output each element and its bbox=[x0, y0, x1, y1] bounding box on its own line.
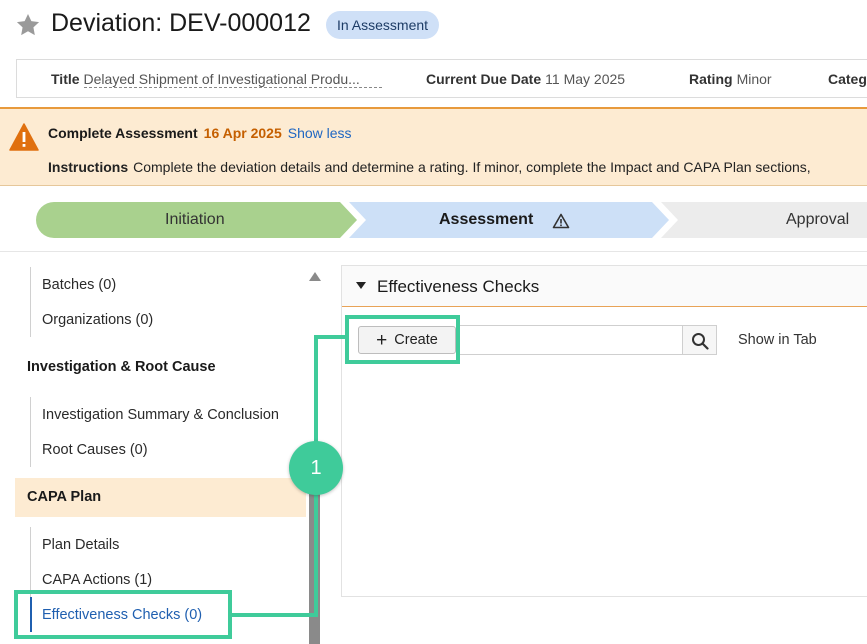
info-category: Categ bbox=[828, 71, 867, 87]
task-row: Complete Assessment 16 Apr 2025 Show less bbox=[48, 125, 352, 141]
show-less-link[interactable]: Show less bbox=[288, 125, 352, 141]
warning-icon bbox=[9, 123, 39, 151]
instructions-text: Complete the deviation details and deter… bbox=[133, 159, 811, 175]
info-rating-label: Rating bbox=[689, 71, 733, 87]
section-nav-sidebar: Batches (0) Organizations (0) Investigat… bbox=[0, 252, 326, 644]
lifecycle-stage-bar: Initiation Assessment Approval bbox=[0, 202, 867, 238]
highlight-effectiveness-checks bbox=[14, 590, 232, 639]
stage-approval[interactable]: Approval bbox=[786, 211, 849, 229]
panel-header[interactable]: Effectiveness Checks bbox=[342, 266, 867, 307]
search-input[interactable] bbox=[456, 325, 683, 355]
nav-item-capa-actions[interactable]: CAPA Actions (1) bbox=[42, 572, 152, 588]
nav-section-capa[interactable]: CAPA Plan bbox=[27, 489, 101, 505]
nav-group-line bbox=[30, 267, 31, 337]
info-due-value: 11 May 2025 bbox=[545, 71, 626, 87]
status-badge: In Assessment bbox=[326, 11, 440, 39]
info-title-value[interactable]: Delayed Shipment of Investigational Prod… bbox=[83, 71, 382, 88]
nav-item-plan-details[interactable]: Plan Details bbox=[42, 537, 119, 553]
step-marker: 1 bbox=[289, 441, 343, 495]
connector-line bbox=[314, 335, 347, 339]
show-in-tab-link[interactable]: Show in Tab bbox=[738, 332, 817, 348]
task-banner: Complete Assessment 16 Apr 2025 Show less … bbox=[0, 107, 867, 186]
info-title: Title Delayed Shipment of Investigational… bbox=[51, 71, 382, 88]
instructions-row: Instructions Complete the deviation detai… bbox=[48, 159, 811, 175]
highlight-create-button bbox=[345, 315, 460, 364]
info-due-label: Current Due Date bbox=[426, 71, 542, 87]
nav-item-root-causes[interactable]: Root Causes (0) bbox=[42, 442, 148, 458]
nav-item-batches[interactable]: Batches (0) bbox=[42, 277, 116, 293]
task-due-date: 16 Apr 2025 bbox=[203, 125, 282, 141]
nav-item-organizations[interactable]: Organizations (0) bbox=[42, 312, 153, 328]
stage-assessment[interactable]: Assessment bbox=[439, 211, 533, 229]
info-category-label: Categ bbox=[828, 71, 867, 87]
task-name: Complete Assessment bbox=[48, 125, 198, 141]
search-icon bbox=[692, 333, 709, 350]
info-rating: Rating Minor bbox=[689, 71, 772, 87]
nav-item-investigation-summary[interactable]: Investigation Summary & Conclusion bbox=[42, 407, 279, 423]
nav-group-line bbox=[30, 527, 31, 597]
stage-warning-icon bbox=[552, 213, 570, 229]
info-title-label: Title bbox=[51, 71, 80, 87]
search-button[interactable] bbox=[682, 325, 717, 355]
scroll-up-arrow-icon[interactable] bbox=[309, 272, 321, 281]
favorite-star-icon[interactable] bbox=[15, 12, 41, 38]
stage-initiation[interactable]: Initiation bbox=[165, 211, 225, 229]
info-due-date: Current Due Date 11 May 2025 bbox=[426, 71, 625, 87]
record-header: Deviation: DEV-000012 In Assessment bbox=[0, 0, 867, 54]
nav-group-line bbox=[30, 397, 31, 467]
connector-line bbox=[230, 613, 318, 617]
collapse-caret-icon[interactable] bbox=[356, 282, 366, 289]
record-info-bar: Title Delayed Shipment of Investigational… bbox=[16, 59, 867, 98]
info-rating-value: Minor bbox=[736, 71, 772, 87]
page-title: Deviation: DEV-000012 bbox=[51, 9, 311, 37]
instructions-label: Instructions bbox=[48, 159, 129, 175]
stage-chevrons bbox=[36, 202, 867, 238]
nav-section-investigation[interactable]: Investigation & Root Cause bbox=[27, 359, 216, 375]
panel-title: Effectiveness Checks bbox=[377, 277, 540, 296]
